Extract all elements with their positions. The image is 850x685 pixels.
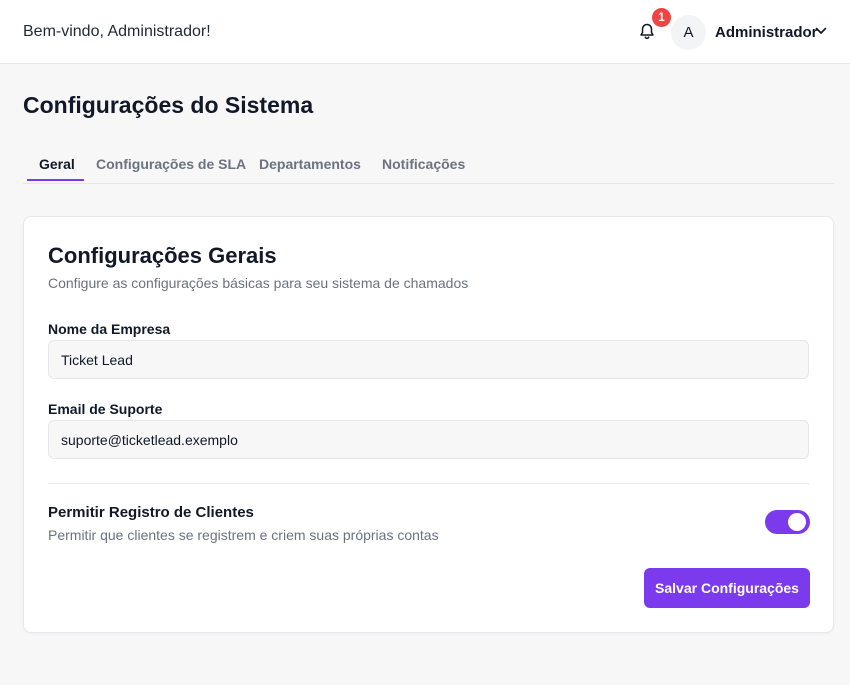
avatar[interactable]: A: [671, 15, 706, 50]
bell-icon: [640, 23, 654, 40]
card-subtitle: Configure as configurações básicas para …: [48, 275, 469, 291]
tab-notificacoes[interactable]: Notificações: [382, 156, 465, 172]
card-title: Configurações Gerais: [48, 243, 277, 268]
page-title: Configurações do Sistema: [23, 92, 314, 118]
tab-geral[interactable]: Geral: [39, 156, 75, 172]
registration-toggle[interactable]: [765, 510, 810, 534]
support-email-label: Email de Suporte: [48, 401, 163, 417]
toggle-knob: [788, 513, 806, 531]
chevron-down-icon[interactable]: [815, 26, 827, 36]
divider: [48, 483, 809, 484]
user-name[interactable]: Administrador: [715, 24, 818, 41]
tab-sla[interactable]: Configurações de SLA: [96, 156, 246, 172]
welcome-text: Bem-vindo, Administrador!: [23, 23, 211, 40]
registration-description: Permitir que clientes se registrem e cri…: [48, 527, 439, 543]
tab-departamentos[interactable]: Departamentos: [259, 156, 361, 172]
registration-label: Permitir Registro de Clientes: [48, 504, 254, 521]
notification-badge: 1: [652, 8, 671, 27]
general-settings-card: Configurações Gerais Configure as config…: [23, 216, 834, 633]
settings-tabs: Geral Configurações de SLA Departamentos…: [23, 148, 834, 184]
company-name-input[interactable]: [48, 340, 809, 379]
active-tab-indicator: [27, 179, 84, 181]
support-email-input[interactable]: [48, 420, 809, 459]
company-name-label: Nome da Empresa: [48, 321, 171, 337]
save-settings-button[interactable]: Salvar Configurações: [644, 568, 810, 608]
top-bar: Bem-vindo, Administrador! 1 A Administra…: [0, 0, 850, 64]
